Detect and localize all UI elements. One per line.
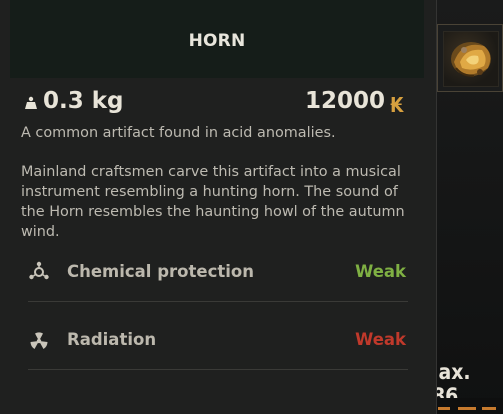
horn-artifact-icon <box>443 31 499 87</box>
indicator-bar <box>438 407 450 410</box>
ruble-like-currency-icon: ₭ <box>390 93 404 117</box>
stat-row-radiation: Radiation Weak <box>28 312 408 370</box>
bottom-toolbar <box>430 398 503 414</box>
item-tooltip: HORN 0.3 kg 12000 ₭ A common artifact fo… <box>0 0 437 414</box>
stat-label: Chemical protection <box>67 262 254 281</box>
item-description-long: Mainland craftsmen carve this artifact i… <box>21 164 405 240</box>
radiation-icon <box>28 329 50 351</box>
weight-icon <box>24 95 38 109</box>
item-title: HORN <box>188 31 246 51</box>
indicator-bar <box>458 407 476 410</box>
item-weight: 0.3 kg <box>43 88 124 114</box>
divider <box>28 369 408 370</box>
stat-value: Weak <box>355 262 406 281</box>
item-description-short: A common artifact found in acid anomalie… <box>21 125 336 141</box>
stat-label: Radiation <box>67 330 157 349</box>
stat-row-chemical-protection: Chemical protection Weak <box>28 244 408 302</box>
divider <box>28 301 408 302</box>
stat-value: Weak <box>355 330 406 349</box>
inventory-slot-horn[interactable] <box>437 24 503 92</box>
chemical-protection-icon <box>28 261 50 283</box>
indicator-bar <box>482 407 496 410</box>
tooltip-header: HORN <box>10 0 424 78</box>
item-price: 12000 <box>304 88 385 114</box>
